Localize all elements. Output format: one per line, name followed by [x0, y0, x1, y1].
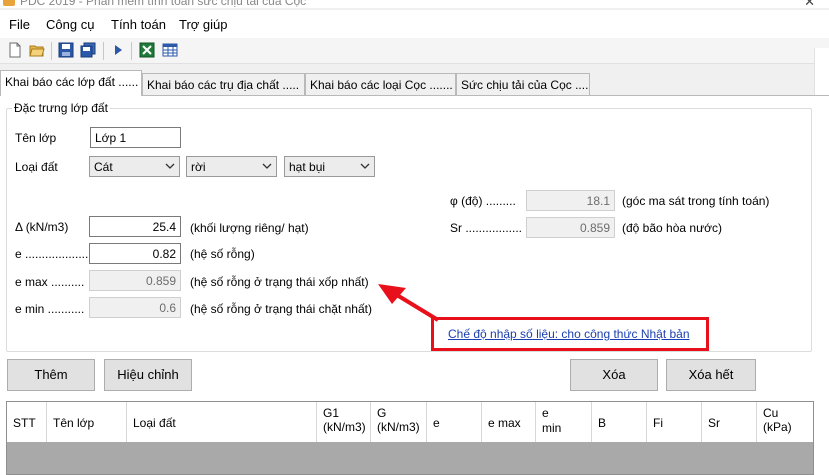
column-header[interactable]: G1 (kN/m3): [317, 402, 371, 442]
edit-button[interactable]: Hiệu chỉnh: [104, 359, 192, 391]
delete-all-button[interactable]: Xóa hết: [666, 359, 756, 391]
soil-type-value: Cát: [94, 160, 113, 174]
menu-bar: File Công cụ Tính toán Trợ giúp: [0, 10, 829, 38]
soil-state-value: rời: [191, 160, 206, 174]
toolbar-separator: [103, 42, 104, 60]
emax-label: e max ..........: [15, 275, 85, 289]
column-header[interactable]: STT: [7, 402, 47, 442]
delta-label: Δ (kN/m3): [15, 220, 69, 234]
close-icon[interactable]: ✕: [804, 0, 815, 8]
emin-label: e min ...........: [15, 302, 85, 316]
delta-description: (khối lượng riêng/ hạt): [190, 221, 309, 235]
chevron-down-icon: [360, 163, 370, 169]
run-icon[interactable]: [110, 42, 126, 58]
group-title: Đặc trưng lớp đất: [12, 101, 110, 115]
toolbar: [0, 38, 829, 64]
tab-khai-bao-lop-dat[interactable]: Khai báo các lớp đất ......: [0, 70, 142, 96]
sr-description: (độ bão hòa nước): [622, 221, 722, 235]
delete-button[interactable]: Xóa: [570, 359, 658, 391]
column-header[interactable]: Loại đất: [127, 402, 317, 442]
app-icon: [3, 0, 15, 6]
sr-input: 0.859: [526, 217, 615, 238]
column-header[interactable]: e min: [536, 402, 592, 442]
grain-type-value: hạt bụi: [289, 160, 326, 174]
menu-file[interactable]: File: [9, 17, 30, 32]
delta-input[interactable]: 25.4: [89, 216, 181, 237]
e-input[interactable]: 0.82: [89, 243, 181, 264]
loai-dat-label: Loại đất: [15, 160, 58, 174]
tab-suc-chiu-tai[interactable]: Sức chịu tải của Cọc ......: [456, 73, 590, 95]
window-title: PDC 2019 - Phần mềm tính toán sức chịu t…: [20, 0, 307, 8]
phi-input: 18.1: [526, 190, 615, 211]
soil-state-select[interactable]: rời: [186, 156, 277, 177]
open-folder-icon[interactable]: [29, 42, 45, 58]
phi-label: φ (độ) .........: [450, 194, 516, 208]
sr-label: Sr .................: [450, 221, 523, 235]
column-header[interactable]: Fi: [647, 402, 702, 442]
column-header[interactable]: Cu (kPa): [757, 402, 813, 442]
phi-description: (góc ma sát trong tính toán): [622, 194, 770, 208]
column-header[interactable]: e: [427, 402, 482, 442]
column-header[interactable]: Tên lớp: [47, 402, 127, 442]
column-header[interactable]: Sr: [702, 402, 757, 442]
menu-tinh-toan[interactable]: Tính toán: [111, 17, 166, 32]
japanese-formula-link[interactable]: Chế độ nhập số liệu: cho công thức Nhật …: [448, 327, 690, 341]
ten-lop-input[interactable]: Lớp 1: [90, 127, 181, 148]
new-file-icon[interactable]: [7, 42, 23, 58]
e-label: e .....................: [15, 247, 96, 261]
menu-cong-cu[interactable]: Công cụ: [46, 17, 94, 32]
column-header[interactable]: e max: [482, 402, 536, 442]
soil-type-select[interactable]: Cát: [89, 156, 180, 177]
grain-type-select[interactable]: hạt bụi: [284, 156, 375, 177]
toolbar-separator: [131, 42, 132, 60]
toolbar-separator: [51, 42, 52, 60]
tab-khai-bao-loai-coc[interactable]: Khai báo các loại Cọc .......: [305, 73, 456, 95]
ten-lop-label: Tên lớp: [15, 131, 57, 145]
add-button[interactable]: Thêm: [7, 359, 95, 391]
grid-header: STT Tên lớp Loại đất G1 (kN/m3) G (kN/m3) …: [7, 402, 813, 442]
save-icon[interactable]: [58, 42, 74, 58]
column-header[interactable]: G (kN/m3): [371, 402, 427, 442]
emax-input: 0.859: [89, 270, 181, 291]
column-header[interactable]: B: [592, 402, 647, 442]
title-bar: PDC 2019 - Phần mềm tính toán sức chịu t…: [0, 0, 829, 8]
tab-khai-bao-tru-dia-chat[interactable]: Khai báo các trụ địa chất .....: [142, 73, 305, 95]
chevron-down-icon: [165, 163, 175, 169]
chevron-down-icon: [262, 163, 272, 169]
emax-description: (hệ số rỗng ở trạng thái xốp nhất): [190, 275, 369, 289]
emin-input: 0.6: [89, 297, 181, 318]
save-all-icon[interactable]: [80, 42, 96, 58]
excel-icon[interactable]: [139, 42, 155, 58]
menu-tro-giup[interactable]: Trợ giúp: [179, 17, 228, 32]
e-description: (hệ số rỗng): [190, 247, 255, 261]
emin-description: (hệ số rỗng ở trạng thái chặt nhất): [190, 302, 372, 316]
table-icon[interactable]: [162, 42, 178, 58]
